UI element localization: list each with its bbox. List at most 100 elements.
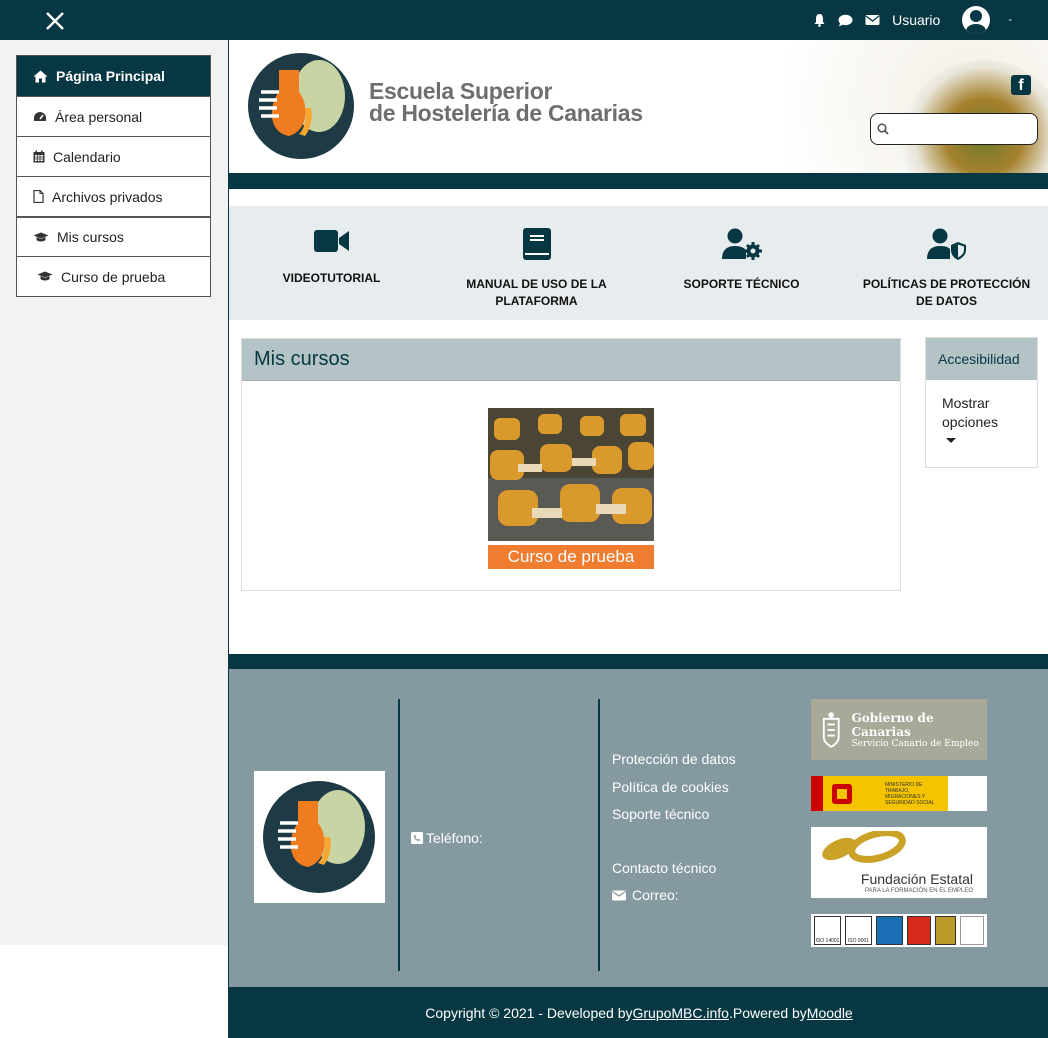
coat-of-arms-icon [822, 711, 840, 748]
mail-label: Correo: [632, 887, 679, 903]
iso-14001-label: ISO 14001 [815, 938, 840, 944]
accessibility-title: Accesibilidad [926, 338, 1037, 380]
sidebar-item-calendar[interactable]: Calendario [17, 136, 210, 176]
iso-9001-badge: ISO 9001 [845, 916, 872, 945]
header-divider [229, 173, 1048, 189]
course-card[interactable]: Curso de prueba [488, 408, 654, 569]
graduation-cap-icon [33, 232, 49, 241]
moodle-link[interactable]: Moodle [807, 1005, 853, 1021]
file-icon [33, 190, 44, 203]
footer: Teléfono: Protección de datos Política d… [229, 669, 1048, 987]
certifications-logos: ISO 14001 ISO 9001 [811, 914, 987, 947]
search-input[interactable] [895, 121, 1025, 137]
iso-14001-badge: ISO 14001 [814, 916, 841, 945]
sidebar-item-my-courses[interactable]: Mis cursos [17, 216, 210, 256]
sidebar-item-private-files[interactable]: Archivos privados [17, 176, 210, 216]
footer-separator [398, 699, 400, 971]
chat-icon[interactable] [838, 14, 853, 27]
sidebar-item-home[interactable]: Página Principal [17, 56, 210, 96]
sidebar-item-personal-area[interactable]: Área personal [17, 96, 210, 136]
accessibility-block: Accesibilidad Mostrar opciones [925, 337, 1038, 468]
fundacion-sub: PARA LA FORMACIÓN EN EL EMPLEO [864, 888, 973, 894]
bell-icon[interactable] [813, 13, 826, 27]
school-logo[interactable] [247, 52, 355, 160]
school-name-line2: de Hostelería de Canarias [369, 100, 643, 126]
my-courses-block: Mis cursos Curso de prueba [241, 338, 901, 591]
accessibility-icon [876, 916, 903, 945]
gobierno-canarias-logo: Gobierno de Canarias Servicio Canario de… [811, 699, 987, 760]
footer-divider [229, 654, 1048, 669]
caret-down-icon [946, 438, 956, 443]
user-menu-caret[interactable]: - [1008, 14, 1012, 26]
sidebar-item-course[interactable]: Curso de prueba [17, 256, 210, 296]
sidebar-item-label: Calendario [53, 148, 121, 165]
emas-badge [959, 916, 984, 945]
gob-line2: Servicio Canario de Empleo [851, 738, 979, 749]
footer-separator [598, 699, 600, 971]
contact-title: Contacto técnico [612, 860, 717, 876]
ministry-name: MINISTERIO DE TRABAJO, MIGRACIONES Y SEG… [885, 781, 935, 806]
footer-phone: Teléfono: [411, 830, 483, 846]
quality-badge [907, 916, 932, 945]
fundacion-estatal-logo: Fundación Estatal PARA LA FORMACIÓN EN E… [811, 827, 987, 898]
feature-support[interactable]: SOPORTE TÉCNICO [639, 206, 844, 320]
feature-label: VIDEOTUTORIAL [282, 271, 381, 285]
footer-mail: Correo: [612, 887, 679, 903]
show-options-label: Mostrar opciones [942, 395, 999, 430]
sidebar-item-label: Página Principal [56, 68, 165, 84]
video-camera-icon [313, 230, 349, 252]
sidebar-item-label: Curso de prueba [61, 268, 166, 285]
feature-manual[interactable]: MANUAL DE USO DE LA PLATAFORMA [434, 206, 639, 320]
main-content: Escuela Superior de Hostelería de Canari… [228, 40, 1048, 1038]
sidebar-nav: Página Principal Área personal Calendari… [16, 55, 211, 297]
phone-label: Teléfono: [426, 830, 483, 846]
course-image [488, 408, 654, 541]
copyright-prefix: Copyright © 2021 - Developed by [425, 1004, 633, 1021]
user-name[interactable]: Usuario [892, 12, 940, 28]
avatar[interactable] [962, 6, 991, 34]
feature-data-protection[interactable]: POLÍTICAS DE PROTECCIÓN DE DATOS [844, 206, 1048, 320]
feature-bar: VIDEOTUTORIAL MANUAL DE USO DE LA PLATAF… [229, 206, 1048, 320]
sidebar-item-label: Mis cursos [57, 229, 124, 245]
dashboard-icon [34, 111, 46, 121]
user-gear-icon [721, 228, 762, 260]
user-menu-area: Usuario - [813, 0, 1012, 40]
sidebar: Página Principal Área personal Calendari… [0, 40, 228, 945]
close-icon[interactable] [44, 10, 66, 32]
link-support[interactable]: Soporte técnico [612, 806, 709, 822]
facebook-icon[interactable]: f [1011, 75, 1031, 95]
feature-videotutorial[interactable]: VIDEOTUTORIAL [229, 206, 434, 320]
copyright-bar: Copyright © 2021 - Developed by GrupoMBC… [229, 987, 1048, 1038]
copyright-middle: .Powered by [728, 1004, 807, 1021]
my-courses-title: Mis cursos [242, 339, 900, 381]
gob-line1: Gobierno de Canarias [851, 710, 934, 739]
sidebar-item-label: Archivos privados [52, 188, 163, 205]
show-options-toggle[interactable]: Mostrar opciones [926, 380, 1037, 457]
site-header: Escuela Superior de Hostelería de Canari… [229, 40, 1048, 173]
phone-icon [411, 832, 423, 844]
course-name: Curso de prueba [488, 545, 654, 569]
spain-shield-icon [832, 783, 852, 804]
search-box[interactable] [870, 113, 1038, 145]
top-navbar: Usuario - [0, 0, 1048, 40]
feature-label: MANUAL DE USO DE LA PLATAFORMA [466, 277, 607, 308]
sidebar-item-label: Área personal [55, 108, 143, 125]
iso-9001-label: ISO 9001 [847, 938, 870, 944]
envelope-icon[interactable] [865, 14, 880, 26]
home-icon [33, 70, 48, 82]
user-shield-icon [926, 228, 966, 260]
link-data-protection[interactable]: Protección de datos [612, 751, 736, 767]
fundacion-symbol [822, 831, 906, 863]
graduation-cap-icon [37, 271, 53, 281]
developer-link[interactable]: GrupoMBC.info [632, 1005, 728, 1021]
search-icon [877, 123, 889, 135]
fundacion-name: Fundación Estatal [860, 871, 973, 887]
feature-label: POLÍTICAS DE PROTECCIÓN DE DATOS [862, 277, 1031, 308]
excellence-badge [935, 916, 956, 945]
ministry-logo: MINISTERIO DE TRABAJO, MIGRACIONES Y SEG… [811, 776, 987, 811]
school-name-line1: Escuela Superior [369, 78, 553, 104]
calendar-icon [33, 150, 45, 163]
footer-logo [254, 771, 385, 903]
link-cookies[interactable]: Política de cookies [612, 779, 729, 795]
book-icon [522, 228, 551, 260]
